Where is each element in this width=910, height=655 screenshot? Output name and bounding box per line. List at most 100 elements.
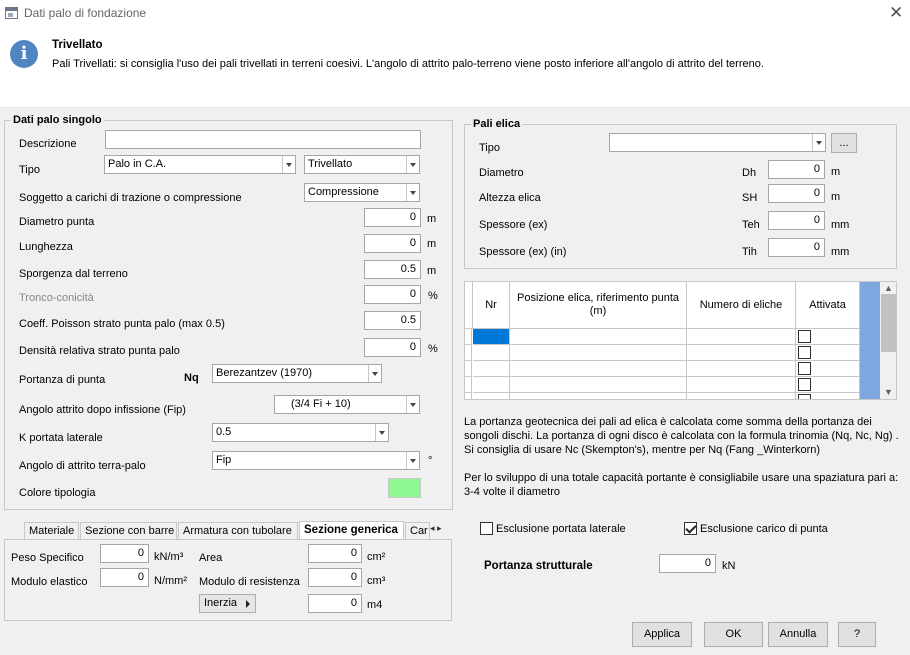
sporgenza-label: Sporgenza dal terreno — [19, 268, 128, 280]
tab-car[interactable]: Car — [405, 522, 430, 540]
elica-altezza-input[interactable]: 0 — [768, 184, 825, 203]
elica-spessore-symbol: Teh — [742, 219, 760, 231]
row-header[interactable] — [465, 361, 472, 377]
browse-button[interactable]: ... — [831, 133, 857, 153]
row-header[interactable] — [465, 393, 472, 399]
angolo-fip-select[interactable]: (3/4 Fi + 10) — [274, 395, 420, 414]
tab-materiale[interactable]: Materiale — [24, 522, 79, 540]
grid-header-posizione[interactable]: Posizione elica, riferimento punta (m) — [510, 282, 687, 329]
elica-altezza-symbol: SH — [742, 192, 758, 204]
scroll-up-icon[interactable]: ▲ — [884, 283, 893, 293]
grid-header-numero[interactable]: Numero di eliche — [687, 282, 796, 329]
grid-cell-posizione[interactable] — [510, 329, 687, 345]
grid-cell-numero[interactable] — [687, 345, 796, 361]
grid-header-nr[interactable]: Nr — [473, 282, 510, 329]
grid-cell-attivata[interactable] — [796, 393, 860, 399]
scroll-down-icon[interactable]: ▼ — [884, 387, 893, 397]
close-icon[interactable]: ✕ — [889, 4, 903, 21]
descrizione-input[interactable] — [105, 130, 421, 149]
grid-cell-numero[interactable] — [687, 377, 796, 393]
grid-cell-nr[interactable] — [473, 345, 510, 361]
portanza-select[interactable]: Berezantzev (1970) — [212, 364, 382, 383]
area-input[interactable]: 0 — [308, 544, 362, 563]
help-button[interactable]: ? — [838, 622, 876, 647]
annulla-button[interactable]: Annulla — [768, 622, 828, 647]
kportata-select[interactable]: 0.5 — [212, 423, 389, 442]
tipo-label: Tipo — [19, 164, 40, 176]
grid-cell-nr[interactable] — [473, 361, 510, 377]
grid-cell-attivata[interactable] — [796, 329, 860, 345]
tab-sezione-generica[interactable]: Sezione generica — [299, 521, 404, 540]
escl-laterale-label: Esclusione portata laterale — [496, 523, 626, 535]
peso-unit: kN/m³ — [154, 551, 184, 563]
tronco-input[interactable]: 0 — [364, 285, 421, 304]
resistenza-input[interactable]: 0 — [308, 568, 362, 587]
inerzia-input[interactable]: 0 — [308, 594, 362, 613]
spacing-note: Per lo sviluppo di una totale capacità p… — [464, 472, 899, 498]
angterra-unit: ° — [428, 455, 433, 467]
row-header[interactable] — [465, 345, 472, 361]
attivata-checkbox[interactable] — [798, 394, 811, 399]
grid-cell-attivata[interactable] — [796, 361, 860, 377]
applica-button[interactable]: Applica — [632, 622, 692, 647]
tipo2-select[interactable]: Trivellato — [304, 155, 420, 174]
escl-punta-checkbox[interactable] — [684, 522, 697, 535]
grid-scrollbar[interactable]: ▲ ▼ — [880, 282, 896, 399]
row-header[interactable] — [465, 329, 472, 345]
attivata-checkbox[interactable] — [798, 362, 811, 375]
strutturale-input[interactable]: 0 — [659, 554, 716, 573]
angterra-select[interactable]: Fip — [212, 451, 420, 470]
grid-cell-numero[interactable] — [687, 393, 796, 399]
grid-cell-posizione[interactable] — [510, 345, 687, 361]
densita-unit: % — [428, 343, 438, 355]
inerzia-unit: m4 — [367, 599, 383, 611]
grid-cell-numero[interactable] — [687, 329, 796, 345]
grid-cell-attivata[interactable] — [796, 345, 860, 361]
densita-label: Densità relativa strato punta palo — [19, 345, 180, 357]
ok-button[interactable]: OK — [704, 622, 763, 647]
grid-cell-nr[interactable] — [473, 377, 510, 393]
attivata-checkbox[interactable] — [798, 346, 811, 359]
scroll-thumb[interactable] — [881, 294, 896, 352]
poisson-input[interactable]: 0.5 — [364, 311, 421, 330]
elica-spessore-in-symbol: Tih — [742, 246, 757, 258]
grid-header-attivata[interactable]: Attivata — [796, 282, 860, 329]
elica-spessore-input[interactable]: 0 — [768, 211, 825, 230]
helix-grid[interactable]: Nr Posizione elica, riferimento punta (m… — [464, 281, 897, 400]
elica-diametro-input[interactable]: 0 — [768, 160, 825, 179]
escl-laterale-checkbox[interactable] — [480, 522, 493, 535]
elica-diametro-unit: m — [831, 166, 841, 178]
elica-tipo-select[interactable] — [609, 133, 826, 152]
elica-spessore-in-input[interactable]: 0 — [768, 238, 825, 257]
tipo-select[interactable]: Palo in C.A. — [104, 155, 296, 174]
attivata-checkbox[interactable] — [798, 378, 811, 391]
peso-input[interactable]: 0 — [100, 544, 149, 563]
inerzia-button[interactable]: Inerzia — [199, 594, 256, 613]
soggetto-select[interactable]: Compressione — [304, 183, 420, 202]
angterra-select-value: Fip — [216, 454, 232, 466]
grid-cell-posizione[interactable] — [510, 361, 687, 377]
row-header[interactable] — [465, 377, 472, 393]
grid-cell-posizione[interactable] — [510, 377, 687, 393]
resistenza-unit: cm³ — [367, 575, 386, 587]
grid-cell-numero[interactable] — [687, 361, 796, 377]
modulo-input[interactable]: 0 — [100, 568, 149, 587]
densita-input[interactable]: 0 — [364, 338, 421, 357]
window-title: Dati palo di fondazione — [24, 6, 147, 20]
descrizione-label: Descrizione — [19, 138, 77, 150]
diametro-input[interactable]: 0 — [364, 208, 421, 227]
strutturale-label: Portanza strutturale — [484, 560, 593, 572]
grid-cell-nr[interactable] — [473, 329, 510, 345]
chevron-down-icon — [368, 365, 381, 382]
grid-cell-nr[interactable] — [473, 393, 510, 399]
portanza-label: Portanza di punta — [19, 374, 106, 386]
tab-scroll-arrows[interactable]: ◂ ▸ — [430, 522, 442, 534]
tab-armatura-tubolare[interactable]: Armatura con tubolare — [178, 522, 298, 540]
grid-cell-attivata[interactable] — [796, 377, 860, 393]
attivata-checkbox[interactable] — [798, 330, 811, 343]
sporgenza-input[interactable]: 0.5 — [364, 260, 421, 279]
color-swatch[interactable] — [388, 478, 421, 498]
tab-sezione-barre[interactable]: Sezione con barre — [80, 522, 177, 540]
lunghezza-input[interactable]: 0 — [364, 234, 421, 253]
grid-cell-posizione[interactable] — [510, 393, 687, 399]
